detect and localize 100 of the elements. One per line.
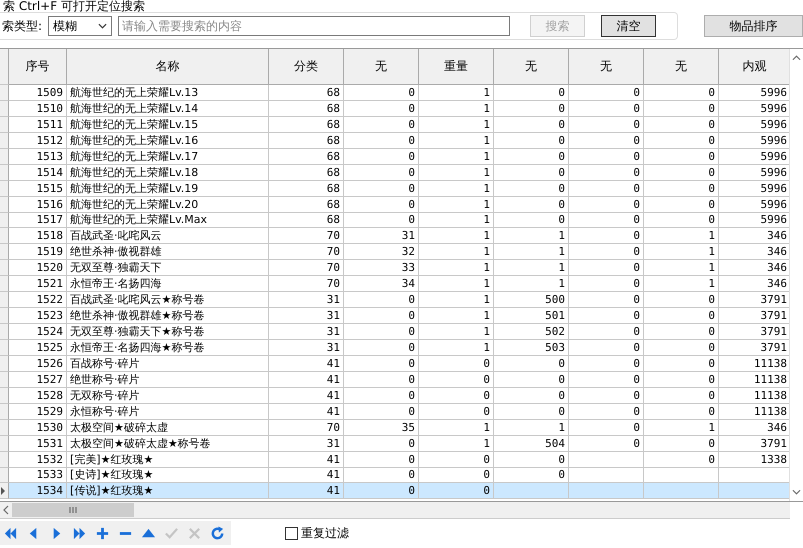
- table-row[interactable]: 1513 航海世纪的无上荣耀Lv.17 68 0 1 0 0 0 5996: [0, 148, 790, 165]
- column-header[interactable]: 无: [344, 49, 419, 85]
- table-row[interactable]: 1511 航海世纪的无上荣耀Lv.15 68 0 1 0 0 0 5996: [0, 116, 790, 133]
- table-row[interactable]: 1524 无双至尊·独霸天下★称号卷 31 0 1 502 0 0 3791: [0, 324, 790, 340]
- column-header[interactable]: 重量: [419, 49, 494, 85]
- table-cell: 航海世纪的无上荣耀Lv.16: [67, 132, 269, 149]
- table-cell: 0: [569, 340, 644, 356]
- table-row[interactable]: 1516 航海世纪的无上荣耀Lv.20 68 0 1 0 0 0 5996: [0, 196, 790, 212]
- table-cell: 1511: [9, 116, 67, 133]
- table-cell: 百战称号·碎片: [67, 356, 269, 372]
- vertical-scrollbar[interactable]: [789, 49, 803, 501]
- column-header[interactable]: 无: [644, 49, 719, 85]
- table-cell: 0: [494, 404, 569, 420]
- table-cell: 0: [569, 228, 644, 244]
- column-header[interactable]: 无: [569, 49, 644, 85]
- table-row[interactable]: 1528 无双称号·碎片 41 0 0 0 0 0 11138: [0, 388, 790, 404]
- sort-button[interactable]: 物品排序: [704, 15, 803, 37]
- search-type-dropdown[interactable]: 模糊: [48, 16, 112, 36]
- row-header[interactable]: [0, 483, 9, 500]
- horizontal-scrollbar[interactable]: [0, 502, 790, 519]
- table-cell: 0: [569, 436, 644, 452]
- table-cell: 68: [269, 180, 344, 197]
- table-cell: 1: [419, 100, 494, 117]
- column-header[interactable]: 分类: [269, 49, 344, 85]
- table-cell: 1518: [9, 228, 67, 244]
- column-header[interactable]: 序号: [9, 49, 67, 85]
- table-row[interactable]: 1527 绝世称号·碎片 41 0 0 0 0 0 11138: [0, 372, 790, 388]
- table-cell: 0: [344, 148, 419, 165]
- table-cell: 0: [569, 404, 644, 420]
- table-row[interactable]: 1520 无双至尊·独霸天下 70 33 1 1 0 1 346: [0, 260, 790, 276]
- table-row[interactable]: 1514 航海世纪的无上荣耀Lv.18 68 0 1 0 0 0 5996: [0, 164, 790, 181]
- table-cell: 68: [269, 100, 344, 117]
- table-cell: 501: [494, 308, 569, 324]
- table-cell: 31: [269, 308, 344, 324]
- table-cell: 0: [419, 372, 494, 388]
- table-cell: 0: [569, 164, 644, 181]
- scroll-up-icon[interactable]: [792, 55, 801, 61]
- refresh-icon[interactable]: [210, 526, 225, 540]
- table-cell: 41: [269, 388, 344, 404]
- table-row[interactable]: 1532 [完美]★红玫瑰★ 41 0 0 0 0 1338: [0, 452, 790, 468]
- table-cell: 0: [494, 116, 569, 133]
- scrollbar-thumb[interactable]: [12, 503, 134, 517]
- table-cell: 1529: [9, 404, 67, 420]
- table-cell: 31: [269, 324, 344, 340]
- table-row[interactable]: 1517 航海世纪的无上荣耀Lv.Max 68 0 1 0 0 0 5996: [0, 212, 790, 228]
- add-icon[interactable]: [95, 526, 110, 540]
- table-cell: 航海世纪的无上荣耀Lv.19: [67, 180, 269, 197]
- table-row[interactable]: 1534 [传说]★红玫瑰★ 41 0 0: [0, 483, 790, 500]
- table-cell: 70: [269, 420, 344, 436]
- table-row[interactable]: 1526 百战称号·碎片 41 0 0 0 0 0 11138: [0, 356, 790, 372]
- table-row[interactable]: 1529 永恒称号·碎片 41 0 0 0 0 0 11138: [0, 404, 790, 420]
- table-cell: 0: [569, 148, 644, 165]
- table-cell: 0: [569, 132, 644, 149]
- table-cell: 68: [269, 116, 344, 133]
- scroll-down-icon[interactable]: [792, 489, 801, 495]
- table-cell: 1513: [9, 148, 67, 165]
- table-row[interactable]: 1525 永恒帝王·名扬四海★称号卷 31 0 1 503 0 0 3791: [0, 340, 790, 356]
- table-row[interactable]: 1512 航海世纪的无上荣耀Lv.16 68 0 1 0 0 0 5996: [0, 132, 790, 149]
- table-cell: 百战武圣·叱咤风云: [67, 228, 269, 244]
- table-cell: 0: [344, 356, 419, 372]
- last-icon[interactable]: [72, 526, 87, 540]
- table-cell: 1534: [9, 483, 67, 500]
- column-header[interactable]: 名称: [67, 49, 269, 85]
- table-row[interactable]: 1531 太极空间★破碎太虚★称号卷 31 0 1 504 0 0 3791: [0, 436, 790, 452]
- table-cell: 0: [569, 212, 644, 228]
- table-row[interactable]: 1522 百战武圣·叱咤风云★称号卷 31 0 1 500 0 0 3791: [0, 292, 790, 308]
- table-cell: 绝世杀神·傲视群雄★称号卷: [67, 308, 269, 324]
- row-pointer-icon: [1, 486, 5, 495]
- table-row[interactable]: 1523 绝世杀神·傲视群雄★称号卷 31 0 1 501 0 0 3791: [0, 308, 790, 324]
- dedupe-checkbox[interactable]: [285, 526, 298, 540]
- table-cell: 0: [494, 212, 569, 228]
- table-row[interactable]: 1515 航海世纪的无上荣耀Lv.19 68 0 1 0 0 0 5996: [0, 180, 790, 197]
- table-cell: 0: [494, 388, 569, 404]
- table-cell: 41: [269, 483, 344, 500]
- table-row[interactable]: 1519 绝世杀神·傲视群雄 70 32 1 1 0 1 346: [0, 244, 790, 260]
- first-icon[interactable]: [3, 526, 18, 540]
- table-cell: 1522: [9, 292, 67, 308]
- table-row[interactable]: 1530 太极空间★破碎太虚 70 35 1 1 0 1 346: [0, 420, 790, 436]
- table-cell: 绝世称号·碎片: [67, 372, 269, 388]
- table-cell: 0: [494, 148, 569, 165]
- table-row[interactable]: 1518 百战武圣·叱咤风云 70 31 1 1 0 1 346: [0, 228, 790, 244]
- column-header[interactable]: 无: [494, 49, 569, 85]
- table-cell: [完美]★红玫瑰★: [67, 452, 269, 468]
- table-cell: 0: [344, 324, 419, 340]
- table-cell: 0: [569, 100, 644, 117]
- search-field[interactable]: 请输入需要搜索的内容: [118, 16, 510, 36]
- table-cell: 0: [644, 324, 719, 340]
- table-cell: 0: [344, 116, 419, 133]
- table-cell: 1509: [9, 85, 67, 101]
- table-cell: 34: [344, 276, 419, 292]
- table-cell: 无双称号·碎片: [67, 388, 269, 404]
- table-cell: 0: [494, 164, 569, 181]
- table-row[interactable]: 1510 航海世纪的无上荣耀Lv.14 68 0 1 0 0 0 5996: [0, 100, 790, 117]
- search-type-label: 索类型:: [2, 18, 42, 34]
- search-button[interactable]: 清空: [601, 15, 656, 37]
- table-cell: 0: [569, 324, 644, 340]
- scroll-left-icon[interactable]: [3, 505, 9, 515]
- table-row[interactable]: 1509 航海世纪的无上荣耀Lv.13 68 0 1 0 0 0 5996: [0, 85, 790, 101]
- table-cell: 31: [269, 436, 344, 452]
- table-row[interactable]: 1521 永恒帝王·名扬四海 70 34 1 1 0 1 346: [0, 276, 790, 292]
